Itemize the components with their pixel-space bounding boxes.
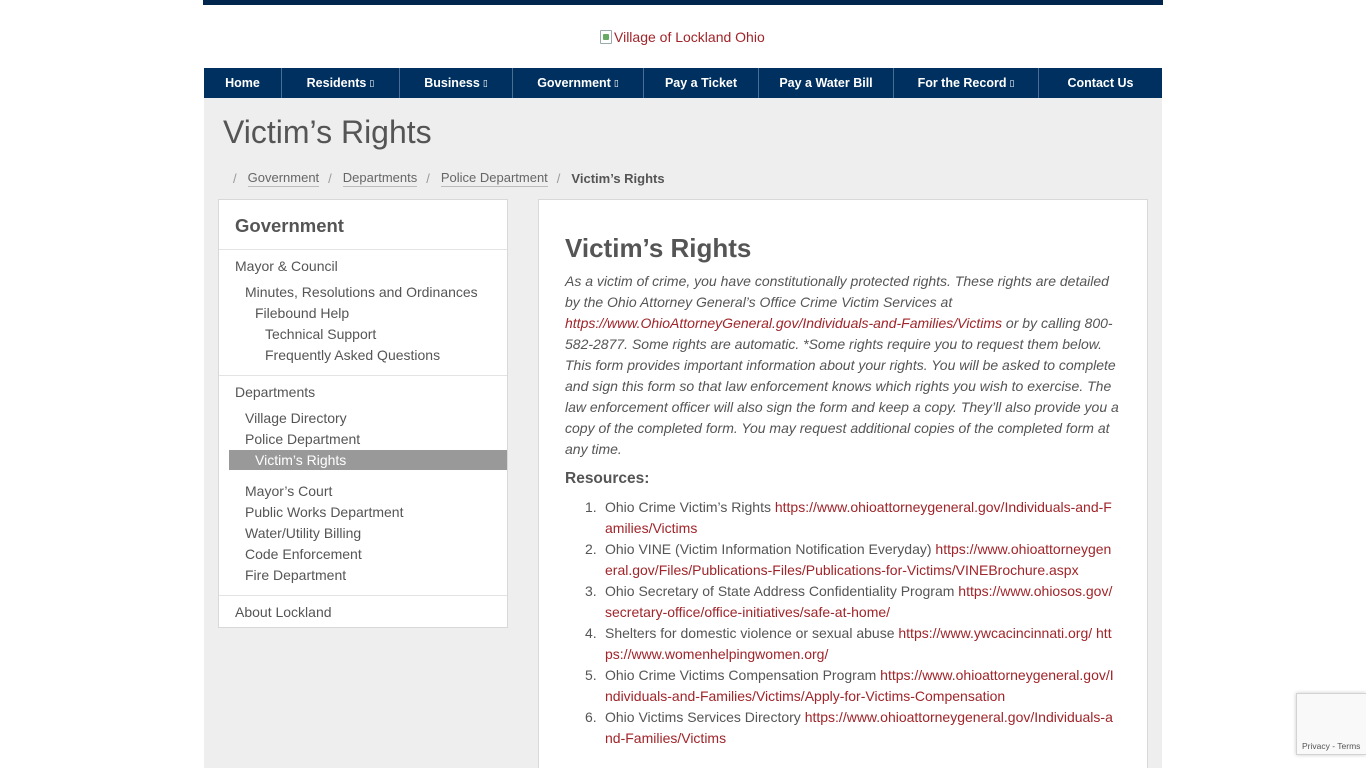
- main-nav: Home Residents ▯ Business ▯ Government ▯ Pa…: [204, 68, 1162, 98]
- breadcrumb-separator: /: [426, 171, 430, 186]
- nav-home[interactable]: Home: [204, 68, 282, 98]
- breadcrumb-separator: /: [233, 171, 237, 186]
- breadcrumb-government[interactable]: Government: [247, 170, 320, 187]
- breadcrumb: / Government / Departments / Police Depa…: [233, 170, 665, 187]
- resource-link[interactable]: https://www.ywcacincinnati.org/: [898, 625, 1092, 641]
- ohio-ag-victims-link[interactable]: https://www.OhioAttorneyGeneral.gov/Indi…: [565, 315, 1002, 331]
- nav-contact-us[interactable]: Contact Us: [1039, 68, 1162, 98]
- sidebar-item-minutes[interactable]: Minutes, Resolutions and Ordinances: [245, 284, 478, 300]
- nav-pay-water-bill[interactable]: Pay a Water Bill: [759, 68, 894, 98]
- nav-government[interactable]: Government ▯: [513, 68, 644, 98]
- list-item: 6. Ohio Victims Services Directory https:…: [585, 709, 1113, 746]
- nav-for-the-record[interactable]: For the Record ▯: [894, 68, 1039, 98]
- content-heading: Victim’s Rights: [565, 233, 752, 263]
- sidebar-item-technical-support[interactable]: Technical Support: [265, 326, 376, 342]
- breadcrumb-departments[interactable]: Departments: [342, 170, 418, 187]
- dropdown-icon: ▯: [482, 77, 488, 88]
- intro-paragraph: As a victim of crime, you have constitut…: [565, 273, 1119, 457]
- sidebar-item-public-works[interactable]: Public Works Department: [245, 504, 403, 520]
- recaptcha-privacy-terms[interactable]: Privacy - Terms: [1302, 741, 1360, 751]
- sidebar-item-police-department[interactable]: Police Department: [245, 431, 360, 447]
- sidebar-item-about-lockland[interactable]: About Lockland: [235, 604, 332, 620]
- sidebar-item-faq[interactable]: Frequently Asked Questions: [265, 347, 440, 363]
- dropdown-icon: ▯: [369, 77, 375, 88]
- breadcrumb-separator: /: [556, 171, 561, 186]
- sidebar-item-water-billing[interactable]: Water/Utility Billing: [245, 525, 361, 541]
- sidebar-divider: [219, 375, 507, 376]
- dropdown-icon: ▯: [1009, 77, 1015, 88]
- resources-list: 1. Ohio Crime Victim’s Rights https://www…: [585, 497, 1115, 749]
- sidebar-item-mayor-council[interactable]: Mayor & Council: [235, 258, 338, 274]
- sidebar-item-fire-department[interactable]: Fire Department: [245, 567, 346, 583]
- list-item: 5. Ohio Crime Victims Compensation Progra…: [585, 667, 1114, 704]
- nav-pay-ticket[interactable]: Pay a Ticket: [644, 68, 759, 98]
- breadcrumb-current: Victim’s Rights: [571, 170, 665, 186]
- resources-heading: Resources:: [565, 470, 650, 487]
- sidebar-item-mayors-court[interactable]: Mayor’s Court: [245, 483, 332, 499]
- sidebar-heading: Government: [235, 215, 344, 236]
- site-logo[interactable]: Village of Lockland Ohio: [600, 27, 765, 47]
- sidebar-item-filebound-help[interactable]: Filebound Help: [255, 305, 349, 321]
- nav-business[interactable]: Business ▯: [400, 68, 513, 98]
- sidebar: Government Mayor & Council Minutes, Reso…: [218, 199, 508, 628]
- top-accent-bar: [203, 0, 1163, 5]
- list-item: 2. Ohio VINE (Victim Information Notifica…: [585, 541, 1112, 578]
- broken-image-icon: [600, 30, 612, 44]
- nav-residents[interactable]: Residents ▯: [282, 68, 400, 98]
- logo-alt-text: Village of Lockland Ohio: [614, 29, 765, 45]
- page-title: Victim’s Rights: [223, 114, 432, 150]
- sidebar-item-departments[interactable]: Departments: [235, 384, 315, 400]
- list-item: 4. Shelters for domestic violence or sexu…: [585, 625, 1112, 662]
- list-item: 3. Ohio Secretary of State Address Confid…: [585, 583, 1113, 620]
- dropdown-icon: ▯: [613, 77, 619, 88]
- sidebar-item-village-directory[interactable]: Village Directory: [245, 410, 347, 426]
- sidebar-divider: [219, 249, 507, 250]
- sidebar-divider: [219, 595, 507, 596]
- main-content: Victim’s Rights As a victim of crime, yo…: [538, 199, 1148, 768]
- breadcrumb-police-department[interactable]: Police Department: [440, 170, 548, 187]
- sidebar-item-victims-rights[interactable]: Victim’s Rights: [229, 450, 507, 470]
- list-item: 1. Ohio Crime Victim’s Rights https://www…: [585, 499, 1112, 536]
- sidebar-item-code-enforcement[interactable]: Code Enforcement: [245, 546, 362, 562]
- recaptcha-badge[interactable]: Privacy - Terms: [1296, 693, 1366, 755]
- breadcrumb-separator: /: [328, 171, 332, 186]
